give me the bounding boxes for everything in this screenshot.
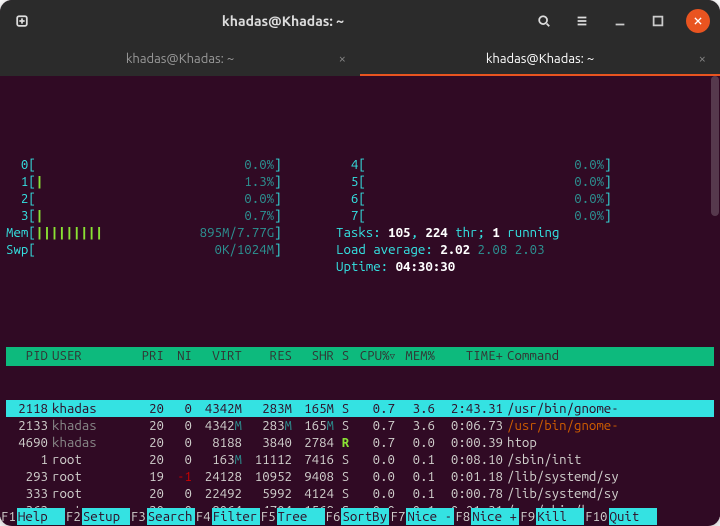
close-button[interactable] bbox=[686, 9, 710, 33]
tab-close-icon[interactable]: × bbox=[699, 52, 706, 66]
new-tab-button[interactable] bbox=[6, 6, 38, 36]
maximize-button[interactable] bbox=[642, 6, 674, 36]
col-cmd[interactable]: Command bbox=[507, 347, 714, 366]
search-button[interactable] bbox=[528, 6, 560, 36]
fnkey-F8[interactable]: F8 bbox=[454, 508, 471, 525]
process-row[interactable]: 293root19-124128109529408S0.00.10:01.18/… bbox=[6, 468, 714, 485]
tab-label: khadas@Khadas: ~ bbox=[126, 52, 234, 66]
tab-label: khadas@Khadas: ~ bbox=[486, 52, 594, 66]
col-ni[interactable]: NI bbox=[164, 347, 192, 366]
htop-meters: 0[ 0.0%] 4[ 0.0%] 1[| 1.3%] 5[ 0.0%] 2[ … bbox=[6, 156, 714, 275]
function-key-bar: F1Help F2Setup F3SearchF4FilterF5Tree F6… bbox=[0, 508, 720, 525]
fnkey-F1[interactable]: F1 bbox=[0, 508, 17, 525]
col-cpu[interactable]: CPU% bbox=[353, 347, 395, 366]
col-s[interactable]: S bbox=[338, 347, 353, 366]
fnkey-F3[interactable]: F3 bbox=[130, 508, 147, 525]
fnkey-F7[interactable]: F7 bbox=[389, 508, 406, 525]
col-mem[interactable]: MEM% bbox=[395, 347, 435, 366]
col-pid[interactable]: PID bbox=[8, 347, 52, 366]
process-row[interactable]: 2118khadas2004342M283M165MS0.73.62:43.31… bbox=[6, 400, 714, 417]
tab-bar: khadas@Khadas: ~ × khadas@Khadas: ~ × bbox=[0, 42, 720, 76]
fnlabel-F1[interactable]: Help bbox=[17, 508, 65, 525]
fnlabel-F2[interactable]: Setup bbox=[82, 508, 130, 525]
minimize-button[interactable] bbox=[604, 6, 636, 36]
process-row[interactable]: 1root200163M111127416S0.00.10:08.10/sbin… bbox=[6, 451, 714, 468]
window-title: khadas@Khadas: ~ bbox=[38, 13, 528, 29]
scrollbar[interactable] bbox=[710, 76, 720, 525]
tab-0[interactable]: khadas@Khadas: ~ × bbox=[0, 42, 360, 76]
col-time[interactable]: TIME+ bbox=[435, 347, 507, 366]
fnkey-F5[interactable]: F5 bbox=[260, 508, 277, 525]
fnlabel-F9[interactable]: Kill bbox=[536, 508, 584, 525]
fnkey-F10[interactable]: F10 bbox=[584, 508, 608, 525]
tab-close-icon[interactable]: × bbox=[339, 52, 346, 66]
col-user[interactable]: USER bbox=[52, 347, 132, 366]
scroll-thumb[interactable] bbox=[711, 76, 719, 216]
fnlabel-F4[interactable]: Filter bbox=[212, 508, 260, 525]
fnlabel-F10[interactable]: Quit bbox=[609, 508, 657, 525]
process-row[interactable]: 333root2002249259924124S0.00.10:00.78/li… bbox=[6, 485, 714, 502]
titlebar: khadas@Khadas: ~ bbox=[0, 0, 720, 42]
fnkey-F9[interactable]: F9 bbox=[519, 508, 536, 525]
col-virt[interactable]: VIRT bbox=[192, 347, 242, 366]
fnkey-F6[interactable]: F6 bbox=[325, 508, 342, 525]
process-row[interactable]: 4690khadas200818838402784R0.70.00:00.39h… bbox=[6, 434, 714, 451]
process-row[interactable]: 2133khadas2004342M283M165MS0.73.60:06.73… bbox=[6, 417, 714, 434]
fnkey-F2[interactable]: F2 bbox=[65, 508, 82, 525]
terminal-output[interactable]: 0[ 0.0%] 4[ 0.0%] 1[| 1.3%] 5[ 0.0%] 2[ … bbox=[0, 76, 720, 525]
menu-button[interactable] bbox=[566, 6, 598, 36]
process-table-header[interactable]: PID USER PRI NI VIRT RES SHR S CPU% MEM%… bbox=[6, 347, 714, 366]
process-table-body: 2118khadas2004342M283M165MS0.73.62:43.31… bbox=[6, 400, 714, 525]
tab-1[interactable]: khadas@Khadas: ~ × bbox=[360, 42, 720, 76]
fnlabel-F8[interactable]: Nice + bbox=[471, 508, 519, 525]
fnkey-F4[interactable]: F4 bbox=[195, 508, 212, 525]
col-shr[interactable]: SHR bbox=[292, 347, 338, 366]
fnlabel-F3[interactable]: Search bbox=[147, 508, 195, 525]
terminal-window: khadas@Khadas: ~ khadas@Khadas: ~ × bbox=[0, 0, 720, 526]
fnlabel-F6[interactable]: SortBy bbox=[341, 508, 389, 525]
col-res[interactable]: RES bbox=[242, 347, 292, 366]
fnlabel-F5[interactable]: Tree bbox=[277, 508, 325, 525]
col-pri[interactable]: PRI bbox=[132, 347, 164, 366]
fnlabel-F7[interactable]: Nice - bbox=[406, 508, 454, 525]
